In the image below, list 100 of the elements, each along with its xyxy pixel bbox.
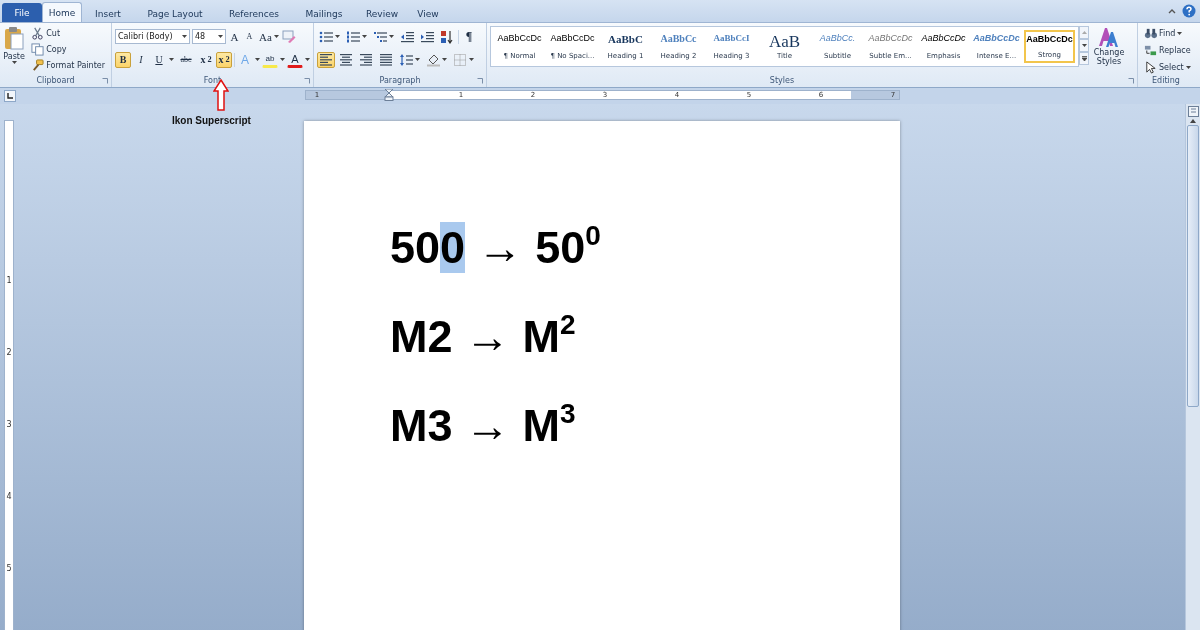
group-label: Editing <box>1152 75 1180 87</box>
replace-button[interactable]: Replace <box>1141 42 1194 58</box>
align-justify-button[interactable] <box>377 51 395 68</box>
dialog-launcher-icon[interactable] <box>102 78 108 84</box>
scissors-icon <box>31 27 45 40</box>
ruler-toggle-icon[interactable] <box>1187 106 1199 117</box>
document-line: 500 → 50$^{0}$ <box>390 219 602 275</box>
paste-button[interactable]: Paste <box>3 26 26 75</box>
ribbon-tab[interactable]: Insert <box>82 4 134 22</box>
shrink-font-button[interactable]: A <box>243 28 256 45</box>
clipboard-button[interactable]: Cut <box>28 26 108 41</box>
tab-stop-icon <box>7 93 13 99</box>
caret-icon <box>280 58 285 61</box>
ribbon-tab[interactable]: Review <box>356 4 408 22</box>
indent-marker-icon[interactable] <box>384 89 394 101</box>
clipboard-icon <box>3 26 26 52</box>
ruler-number: 1 <box>5 276 13 285</box>
borders-icon <box>453 52 467 67</box>
find-button[interactable]: Find <box>1141 25 1194 41</box>
group-label: Paragraph <box>379 75 421 87</box>
scrollbar-thumb[interactable] <box>1187 125 1199 407</box>
caret-icon <box>1185 65 1191 69</box>
clear-formatting-icon[interactable] <box>282 29 296 44</box>
caret-icon <box>1177 31 1183 35</box>
document-line: M3 → M$^{3}$ <box>390 397 577 453</box>
show-marks-button[interactable]: ¶ <box>461 28 477 45</box>
annotation-label: Ikon Superscript <box>172 115 251 126</box>
clipboard-button[interactable]: Copy <box>28 42 108 57</box>
collapse-ribbon-icon[interactable] <box>1168 8 1176 14</box>
caret-icon <box>389 35 394 38</box>
file-tab[interactable]: File <box>2 3 42 22</box>
binoculars-icon <box>1144 26 1157 40</box>
strike-button[interactable]: abc <box>176 51 196 68</box>
styles-icon <box>1097 26 1121 48</box>
group-label: Styles <box>769 75 795 87</box>
ribbon-tab[interactable]: Home <box>42 2 82 22</box>
font-size-field[interactable]: 48 <box>192 29 226 44</box>
brush-icon <box>31 59 45 72</box>
align-center-button[interactable] <box>337 51 355 68</box>
help-icon[interactable] <box>1182 4 1196 18</box>
caret-icon <box>182 35 187 38</box>
align-right-icon <box>359 52 373 67</box>
caret-icon <box>415 58 420 61</box>
align-left-button[interactable] <box>317 51 335 68</box>
dialog-launcher-icon[interactable] <box>477 78 483 84</box>
caret-icon <box>362 35 367 38</box>
align-justify-icon <box>379 52 393 67</box>
line-spacing-icon <box>399 52 413 67</box>
multilevel-icon <box>373 29 387 44</box>
clipboard-button[interactable]: Format Painter <box>28 58 108 73</box>
ribbon-tab[interactable]: View <box>408 4 448 22</box>
bold-button[interactable]: B <box>115 51 131 68</box>
numbering-icon <box>346 29 360 44</box>
group-label: Clipboard <box>36 75 75 87</box>
align-left-icon <box>319 52 333 67</box>
underline-button[interactable]: U <box>151 51 167 68</box>
highlight-button[interactable]: ab <box>262 51 278 68</box>
caret-icon <box>11 61 17 64</box>
indent-icon <box>420 29 434 44</box>
ribbon-tab[interactable]: References <box>216 4 292 22</box>
tab-stop-selector[interactable] <box>4 90 16 102</box>
caret-icon <box>218 35 223 38</box>
caret-icon <box>1081 31 1087 34</box>
caret-icon <box>335 35 340 38</box>
ruler-number: 5 <box>5 564 13 573</box>
ruler-number: 3 <box>5 420 13 429</box>
caret-icon <box>442 58 447 61</box>
dialog-launcher-icon[interactable] <box>304 78 310 84</box>
ribbon-tab[interactable]: Page Layout <box>134 4 216 22</box>
document-line: M2 → M$^{2}$ <box>390 308 577 364</box>
caret-icon <box>469 58 474 61</box>
expand-icon <box>1081 56 1087 61</box>
font-name-field[interactable]: Calibri (Body) <box>115 29 190 44</box>
caret-icon <box>169 58 174 61</box>
change-case-button[interactable]: Aa <box>258 28 280 45</box>
dialog-launcher-icon[interactable] <box>1128 78 1134 84</box>
align-right-button[interactable] <box>357 51 375 68</box>
more-styles-button[interactable] <box>1079 52 1089 65</box>
change-styles-button[interactable]: Change Styles <box>1089 23 1129 75</box>
select-button[interactable]: Select <box>1141 59 1194 75</box>
ruler-number: 4 <box>5 492 13 501</box>
replace-icon <box>1144 43 1157 57</box>
scroll-down-button[interactable] <box>1079 39 1089 52</box>
ribbon-tab[interactable]: Mailings <box>292 4 356 22</box>
outdent-icon <box>400 29 414 44</box>
italic-button[interactable]: I <box>133 51 149 68</box>
align-center-icon <box>339 52 353 67</box>
ruler-number: 2 <box>5 348 13 357</box>
paint-bucket-icon <box>426 52 440 67</box>
bullets-icon <box>319 29 333 44</box>
font-color-button[interactable]: A <box>287 51 303 68</box>
cursor-icon <box>1144 60 1157 74</box>
caret-icon <box>305 58 310 61</box>
caret-icon <box>273 35 279 38</box>
sort-icon <box>440 29 454 44</box>
grow-font-button[interactable]: A <box>228 28 241 45</box>
scroll-up-icon[interactable] <box>1190 119 1196 123</box>
copy-icon <box>31 43 45 56</box>
caret-icon <box>255 58 260 61</box>
caret-icon <box>1081 44 1087 47</box>
